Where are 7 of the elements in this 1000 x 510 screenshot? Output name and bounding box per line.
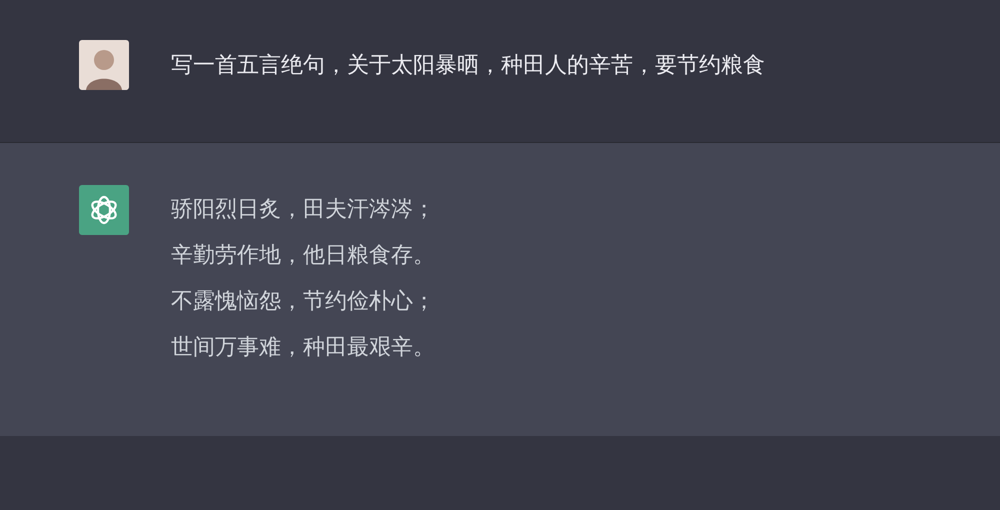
poem-line: 辛勤劳作地，他日粮食存。	[171, 242, 435, 270]
user-avatar	[79, 40, 129, 90]
poem-line: 不露愧恼怨，节约俭朴心；	[171, 288, 435, 316]
prompt-text: 写一首五言绝句，关于太阳暴晒，种田人的辛苦，要节约粮食	[171, 52, 765, 80]
assistant-logo-icon	[79, 185, 129, 235]
poem-line: 世间万事难，种田最艰辛。	[171, 334, 435, 362]
poem-line: 骄阳烈日炙，田夫汗涔涔；	[171, 196, 435, 224]
